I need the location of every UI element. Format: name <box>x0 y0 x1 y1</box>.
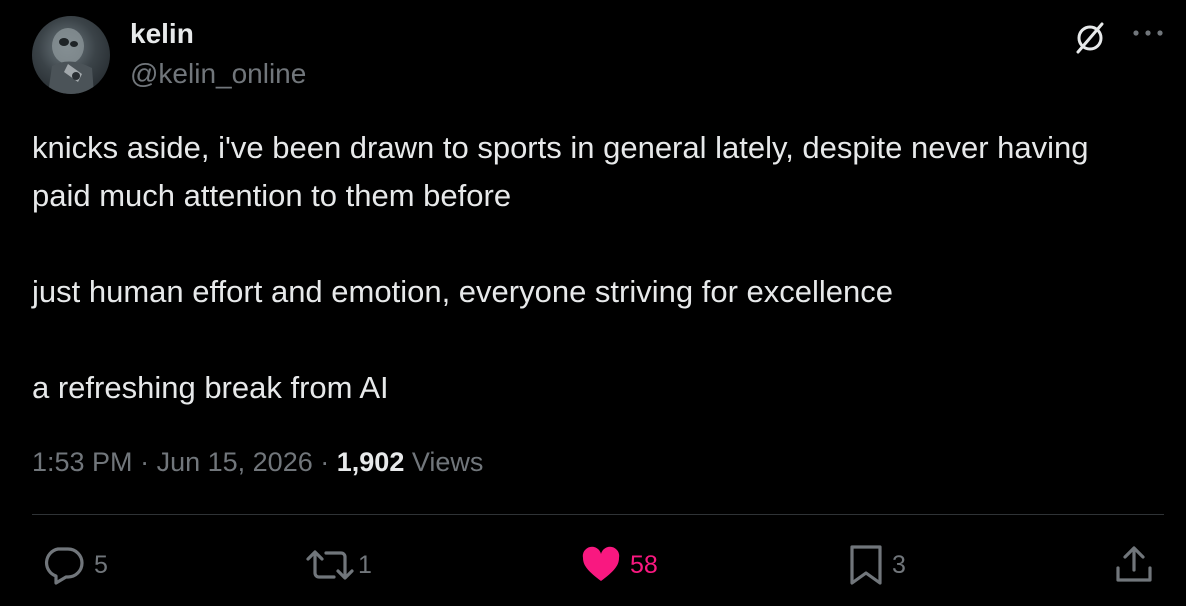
avatar[interactable] <box>32 16 110 94</box>
meta-separator: · <box>320 447 330 477</box>
reply-icon <box>45 547 84 585</box>
display-name[interactable]: kelin <box>130 16 194 52</box>
repost-icon <box>306 550 354 580</box>
share-button[interactable] <box>1114 544 1154 586</box>
reply-button[interactable]: 5 <box>42 544 108 586</box>
reply-count: 5 <box>94 550 108 579</box>
bookmark-button[interactable]: 3 <box>848 544 906 586</box>
grok-icon[interactable] <box>1070 18 1110 58</box>
more-icon[interactable] <box>1128 18 1168 48</box>
repost-count: 1 <box>358 550 372 579</box>
tweet-paragraph: just human effort and emotion, everyone … <box>32 274 894 309</box>
divider <box>32 514 1164 515</box>
tweet-time[interactable]: 1:53 PM <box>32 447 133 477</box>
like-button[interactable]: 58 <box>580 544 658 586</box>
heart-icon <box>582 546 620 581</box>
meta-separator: · <box>140 447 150 477</box>
repost-button[interactable]: 1 <box>304 544 372 586</box>
bookmark-icon <box>850 545 882 585</box>
tweet-paragraph: a refreshing break from AI <box>32 370 389 405</box>
avatar-image <box>48 28 94 94</box>
views-count: 1,902 <box>336 447 405 477</box>
bookmark-count: 3 <box>892 550 906 579</box>
tweet-text: knicks aside, i've been drawn to sports … <box>32 124 1152 412</box>
tweet: kelin @kelin_online knicks aside, i've b… <box>0 0 1186 606</box>
tweet-meta: 1:53 PM · Jun 15, 2026 · 1,902 Views <box>32 444 483 480</box>
tweet-date[interactable]: Jun 15, 2026 <box>157 447 313 477</box>
share-icon <box>1116 546 1152 582</box>
user-handle[interactable]: @kelin_online <box>130 56 306 92</box>
like-count: 58 <box>630 550 658 579</box>
views-label: Views <box>411 447 484 477</box>
tweet-paragraph: knicks aside, i've been drawn to sports … <box>32 130 1089 213</box>
